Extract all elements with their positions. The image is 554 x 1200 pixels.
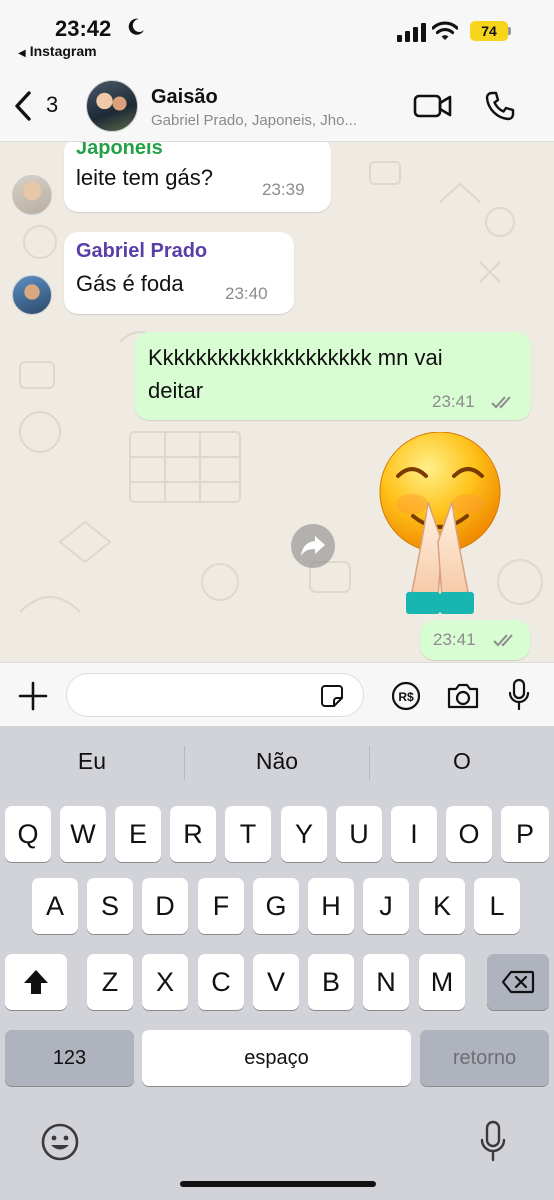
message-time: 23:40: [225, 284, 268, 303]
avatar-gabriel-prado[interactable]: [12, 275, 52, 315]
numbers-key[interactable]: 123: [5, 1030, 134, 1086]
key-u[interactable]: U: [336, 806, 382, 862]
key-r[interactable]: R: [170, 806, 216, 862]
message-text-line-1: Kkkkkkkkkkkkkkkkkkkk mn vai: [148, 345, 443, 370]
key-m[interactable]: M: [419, 954, 465, 1010]
group-avatar[interactable]: [86, 80, 138, 132]
message-bubble-outgoing[interactable]: Kkkkkkkkkkkkkkkkkkkk mn vai deitar 23:41: [135, 332, 531, 420]
moon-icon: [128, 18, 144, 35]
avatar-japoneis[interactable]: [12, 175, 52, 215]
message-text-line-2: deitar: [148, 378, 204, 403]
sticker-icon[interactable]: [320, 684, 344, 708]
suggestion-2[interactable]: Não: [185, 748, 369, 775]
video-call-icon[interactable]: [413, 92, 453, 120]
read-ticks-icon: [493, 634, 513, 647]
key-v[interactable]: V: [253, 954, 299, 1010]
sticker-smiling-praying-hands[interactable]: [368, 432, 513, 622]
battery-level: 74: [470, 21, 508, 41]
message-sender: Gabriel Prado: [76, 240, 208, 262]
home-indicator: [180, 1181, 376, 1187]
group-name[interactable]: Gaisão: [151, 86, 218, 109]
return-key[interactable]: retorno: [420, 1030, 549, 1086]
backspace-icon: [501, 970, 535, 994]
shift-arrow-icon: [24, 970, 48, 994]
key-b[interactable]: B: [308, 954, 354, 1010]
suggestion-3[interactable]: O: [370, 748, 554, 775]
wifi-icon: [432, 21, 458, 40]
backspace-key[interactable]: [487, 954, 549, 1010]
space-key[interactable]: espaço: [142, 1030, 411, 1086]
message-time: 23:41: [433, 630, 476, 649]
message-sender: Japoneis: [76, 142, 163, 159]
key-w[interactable]: W: [60, 806, 106, 862]
key-k[interactable]: K: [419, 878, 465, 934]
message-bubble-incoming[interactable]: Gabriel Prado Gás é foda 23:40: [64, 232, 294, 314]
message-text: leite tem gás?: [76, 165, 213, 190]
status-time: 23:42: [55, 16, 112, 41]
message-bubble-incoming[interactable]: Japoneis leite tem gás? 23:39: [64, 142, 331, 212]
key-d[interactable]: D: [142, 878, 188, 934]
phone-call-icon[interactable]: [484, 90, 516, 122]
back-triangle-icon: ◀: [18, 48, 26, 59]
forward-arrow-icon: [301, 536, 325, 556]
emoji-keyboard-icon[interactable]: [40, 1122, 80, 1162]
key-s[interactable]: S: [87, 878, 133, 934]
key-h[interactable]: H: [308, 878, 354, 934]
shift-key[interactable]: [5, 954, 67, 1010]
camera-icon[interactable]: [446, 682, 480, 710]
battery-tip: [508, 27, 511, 35]
status-bar: 23:42 ◀ Instagram 74: [0, 0, 554, 70]
key-q[interactable]: Q: [5, 806, 51, 862]
plus-icon[interactable]: [18, 681, 48, 711]
cellular-signal-icon: [397, 22, 426, 42]
message-time: 23:41: [432, 392, 475, 411]
key-i[interactable]: I: [391, 806, 437, 862]
key-a[interactable]: A: [32, 878, 78, 934]
key-o[interactable]: O: [446, 806, 492, 862]
key-x[interactable]: X: [142, 954, 188, 1010]
suggestion-bar: Eu Não O: [0, 726, 554, 800]
chat-header: 3 Gaisão Gabriel Prado, Japoneis, Jho...: [0, 70, 554, 142]
back-to-app-link[interactable]: ◀ Instagram: [18, 43, 97, 59]
read-ticks-icon: [491, 396, 511, 409]
key-g[interactable]: G: [253, 878, 299, 934]
key-l[interactable]: L: [474, 878, 520, 934]
back-chevron-icon[interactable]: [12, 90, 34, 122]
key-j[interactable]: J: [363, 878, 409, 934]
key-c[interactable]: C: [198, 954, 244, 1010]
message-text: Gás é foda: [76, 271, 184, 296]
key-z[interactable]: Z: [87, 954, 133, 1010]
forward-button[interactable]: [291, 524, 335, 568]
message-time: 23:39: [262, 180, 305, 199]
chat-area[interactable]: Japoneis leite tem gás? 23:39 Gabriel Pr…: [0, 142, 554, 662]
back-app-label: Instagram: [29, 43, 97, 59]
suggestion-1[interactable]: Eu: [0, 748, 184, 775]
key-y[interactable]: Y: [281, 806, 327, 862]
payment-icon[interactable]: R$: [391, 681, 421, 711]
dictation-microphone-icon[interactable]: [480, 1120, 506, 1164]
svg-text:R$: R$: [398, 690, 414, 704]
message-input-bar: R$: [0, 662, 554, 726]
keyboard: Eu Não O Q W E R T Y U I O P A S D F G H…: [0, 726, 554, 1200]
key-f[interactable]: F: [198, 878, 244, 934]
group-members[interactable]: Gabriel Prado, Japoneis, Jho...: [151, 112, 357, 129]
sticker-time-bubble: 23:41: [420, 620, 530, 660]
key-t[interactable]: T: [225, 806, 271, 862]
key-p[interactable]: P: [501, 806, 549, 862]
key-e[interactable]: E: [115, 806, 161, 862]
key-n[interactable]: N: [363, 954, 409, 1010]
unread-count[interactable]: 3: [46, 92, 58, 118]
microphone-icon[interactable]: [507, 678, 531, 712]
